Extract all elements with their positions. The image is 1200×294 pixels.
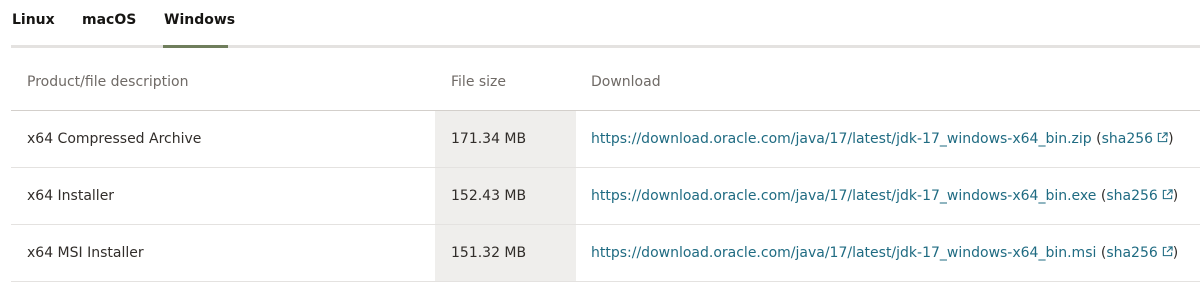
header-download: Download [576,54,1200,111]
header-description: Product/file description [11,54,435,111]
sha256-link[interactable]: sha256 [1106,245,1173,261]
download-link[interactable]: https://download.oracle.com/java/17/late… [591,131,1092,147]
download-link[interactable]: https://download.oracle.com/java/17/late… [591,188,1096,204]
download-cell: https://download.oracle.com/java/17/late… [576,110,1200,168]
sha256-label: sha256 [1106,245,1158,261]
file-size: 152.43 MB [435,167,576,225]
tab-windows[interactable]: Windows [164,10,235,30]
file-description: x64 Installer [11,167,435,225]
close-paren: ) [1172,245,1179,261]
table-row: x64 MSI Installer 151.32 MB https://down… [11,224,1200,282]
external-link-icon [1162,246,1173,257]
sha256-label: sha256 [1101,131,1154,147]
external-link-icon [1162,189,1173,200]
downloads-table: Product/file description File size Downl… [11,54,1200,282]
external-link-icon [1157,132,1168,143]
os-tab-bar: Linux macOS Windows [0,0,1200,48]
active-tab-indicator [163,45,228,48]
file-size: 151.32 MB [435,224,576,282]
header-file-size: File size [435,54,576,111]
table-header-row: Product/file description File size Downl… [11,54,1200,111]
download-cell: https://download.oracle.com/java/17/late… [576,224,1200,282]
close-paren: ) [1172,188,1179,204]
sha256-link[interactable]: sha256 [1106,188,1173,204]
download-cell: https://download.oracle.com/java/17/late… [576,167,1200,225]
download-link[interactable]: https://download.oracle.com/java/17/late… [591,245,1096,261]
table-row: x64 Compressed Archive 171.34 MB https:/… [11,110,1200,168]
tab-macos[interactable]: macOS [82,10,136,30]
file-description: x64 Compressed Archive [11,110,435,168]
file-size: 171.34 MB [435,110,576,168]
file-description: x64 MSI Installer [11,224,435,282]
close-paren: ) [1168,131,1174,147]
sha256-label: sha256 [1106,188,1158,204]
table-row: x64 Installer 152.43 MB https://download… [11,167,1200,225]
sha256-link[interactable]: sha256 [1102,131,1168,147]
tab-linux[interactable]: Linux [12,10,55,30]
